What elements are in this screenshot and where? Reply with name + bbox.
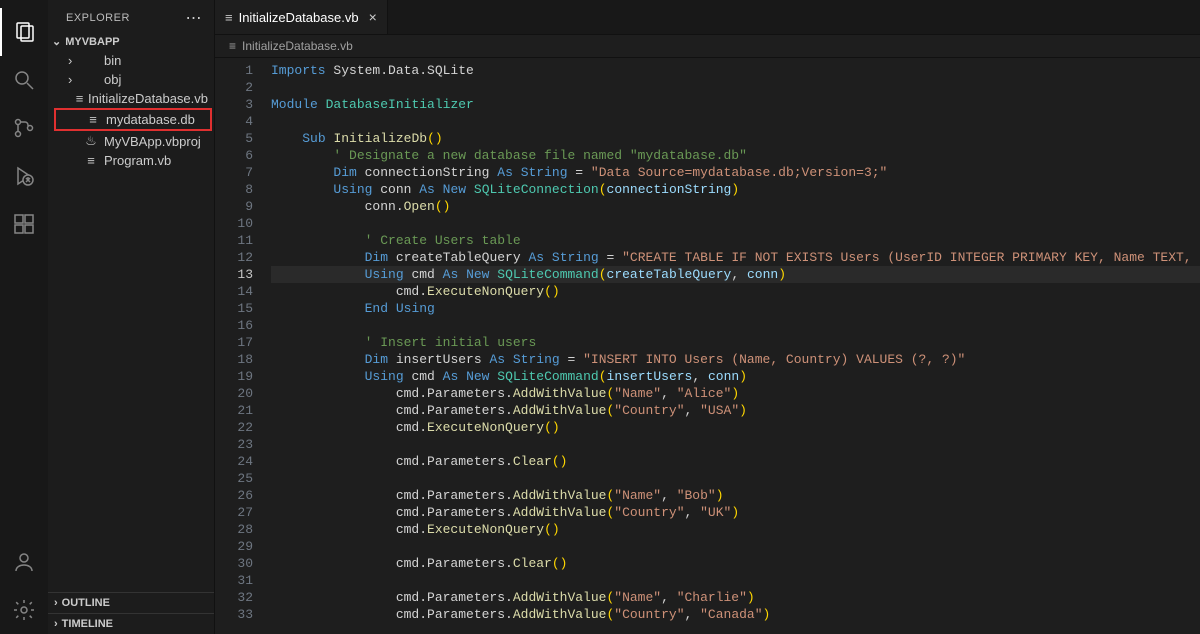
breadcrumb[interactable]: ≡ InitializeDatabase.vb bbox=[215, 35, 1200, 58]
tree-item-obj[interactable]: › obj bbox=[52, 70, 214, 89]
tree-item-initializedatabase-vb[interactable]: ≡ InitializeDatabase.vb bbox=[52, 89, 214, 108]
tree-item-label: Program.vb bbox=[104, 153, 171, 168]
code-line[interactable]: cmd.ExecuteNonQuery() bbox=[271, 521, 1200, 538]
file-icon: ≡ bbox=[75, 91, 84, 106]
code-line[interactable]: Imports System.Data.SQLite bbox=[271, 62, 1200, 79]
code-line[interactable]: cmd.Parameters.AddWithValue("Name", "Ali… bbox=[271, 385, 1200, 402]
tree-item-label: obj bbox=[104, 72, 121, 87]
tree-item-label: MyVBApp.vbproj bbox=[104, 134, 201, 149]
chevron-down-icon: ⌄ bbox=[52, 35, 61, 48]
chevron-right-icon: › bbox=[68, 72, 82, 87]
tree-item-mydatabase-db[interactable]: ≡ mydatabase.db bbox=[54, 108, 212, 131]
code-line[interactable]: cmd.Parameters.AddWithValue("Country", "… bbox=[271, 402, 1200, 419]
code-line[interactable]: Using cmd As New SQLiteCommand(insertUse… bbox=[271, 368, 1200, 385]
tab-label: InitializeDatabase.vb bbox=[239, 10, 359, 25]
explorer-more-icon[interactable]: ⋯ bbox=[186, 8, 203, 28]
code-line[interactable]: Sub InitializeDb() bbox=[271, 130, 1200, 147]
chevron-right-icon: › bbox=[54, 618, 58, 630]
file-tree: › bin › obj ≡ InitializeDatabase.vb ≡ mydatabas… bbox=[48, 51, 214, 170]
sidebar: EXPLORER ⋯ ⌄ MYVBAPP › bin › obj ≡ Initialize… bbox=[48, 0, 215, 634]
tab-initialize-database[interactable]: ≡ InitializeDatabase.vb × bbox=[215, 0, 388, 34]
activity-bar bbox=[0, 0, 48, 634]
code-line[interactable] bbox=[271, 572, 1200, 589]
tree-item-program-vb[interactable]: ≡ Program.vb bbox=[52, 151, 214, 170]
code-line[interactable]: End Using bbox=[271, 300, 1200, 317]
code-line[interactable] bbox=[271, 113, 1200, 130]
outline-label: OUTLINE bbox=[62, 597, 110, 609]
extensions-icon[interactable] bbox=[0, 200, 48, 248]
timeline-section[interactable]: › TIMELINE bbox=[48, 613, 214, 634]
chevron-right-icon: › bbox=[68, 53, 82, 68]
file-icon: ≡ bbox=[229, 39, 236, 53]
editor-area: ≡ InitializeDatabase.vb × ≡ InitializeDa… bbox=[215, 0, 1200, 634]
code-line[interactable]: ' Insert initial users bbox=[271, 334, 1200, 351]
project-name: MYVBAPP bbox=[65, 36, 119, 48]
code-line[interactable]: cmd.Parameters.Clear() bbox=[271, 453, 1200, 470]
code-line[interactable]: Dim insertUsers As String = "INSERT INTO… bbox=[271, 351, 1200, 368]
code-line[interactable] bbox=[271, 538, 1200, 555]
source-control-icon[interactable] bbox=[0, 104, 48, 152]
code-line[interactable]: cmd.Parameters.AddWithValue("Name", "Bob… bbox=[271, 487, 1200, 504]
code-line[interactable]: conn.Open() bbox=[271, 198, 1200, 215]
code-line[interactable]: cmd.ExecuteNonQuery() bbox=[271, 283, 1200, 300]
code-line[interactable] bbox=[271, 436, 1200, 453]
code-line[interactable]: cmd.Parameters.AddWithValue("Country", "… bbox=[271, 606, 1200, 623]
rss-icon: ♨ bbox=[82, 133, 100, 149]
breadcrumb-file: InitializeDatabase.vb bbox=[242, 39, 353, 53]
file-icon: ≡ bbox=[84, 112, 102, 127]
tab-bar: ≡ InitializeDatabase.vb × bbox=[215, 0, 1200, 35]
outline-section[interactable]: › OUTLINE bbox=[48, 592, 214, 613]
code-line[interactable]: Module DatabaseInitializer bbox=[271, 96, 1200, 113]
code-line[interactable]: ' Create Users table bbox=[271, 232, 1200, 249]
code-content[interactable]: Imports System.Data.SQLite Module Databa… bbox=[271, 58, 1200, 634]
code-line[interactable]: Using cmd As New SQLiteCommand(createTab… bbox=[271, 266, 1200, 283]
file-icon: ≡ bbox=[225, 10, 233, 25]
tree-item-myvbapp-vbproj[interactable]: ♨ MyVBApp.vbproj bbox=[52, 131, 214, 151]
code-line[interactable]: ' Designate a new database file named "m… bbox=[271, 147, 1200, 164]
run-debug-icon[interactable] bbox=[0, 152, 48, 200]
project-root[interactable]: ⌄ MYVBAPP bbox=[48, 32, 214, 51]
file-icon: ≡ bbox=[82, 153, 100, 168]
code-line[interactable] bbox=[271, 317, 1200, 334]
explorer-title: EXPLORER bbox=[66, 12, 130, 24]
tree-item-label: mydatabase.db bbox=[106, 112, 195, 127]
code-line[interactable]: cmd.ExecuteNonQuery() bbox=[271, 419, 1200, 436]
code-line[interactable]: cmd.Parameters.Clear() bbox=[271, 555, 1200, 572]
timeline-label: TIMELINE bbox=[62, 618, 113, 630]
code-line[interactable] bbox=[271, 79, 1200, 96]
code-line[interactable]: cmd.Parameters.AddWithValue("Country", "… bbox=[271, 504, 1200, 521]
chevron-right-icon: › bbox=[54, 597, 58, 609]
tree-item-label: bin bbox=[104, 53, 121, 68]
code-editor[interactable]: 1234567891011121314151617181920212223242… bbox=[215, 58, 1200, 634]
code-line[interactable]: Dim connectionString As String = "Data S… bbox=[271, 164, 1200, 181]
line-gutter: 1234567891011121314151617181920212223242… bbox=[215, 58, 271, 634]
settings-gear-icon[interactable] bbox=[0, 586, 48, 634]
code-line[interactable] bbox=[271, 470, 1200, 487]
code-line[interactable]: Using conn As New SQLiteConnection(conne… bbox=[271, 181, 1200, 198]
code-line[interactable]: cmd.Parameters.AddWithValue("Name", "Cha… bbox=[271, 589, 1200, 606]
accounts-icon[interactable] bbox=[0, 538, 48, 586]
code-line[interactable] bbox=[271, 215, 1200, 232]
explorer-icon[interactable] bbox=[0, 8, 48, 56]
search-icon[interactable] bbox=[0, 56, 48, 104]
tree-item-bin[interactable]: › bin bbox=[52, 51, 214, 70]
close-icon[interactable]: × bbox=[369, 9, 377, 25]
tree-item-label: InitializeDatabase.vb bbox=[88, 91, 208, 106]
code-line[interactable]: Dim createTableQuery As String = "CREATE… bbox=[271, 249, 1200, 266]
